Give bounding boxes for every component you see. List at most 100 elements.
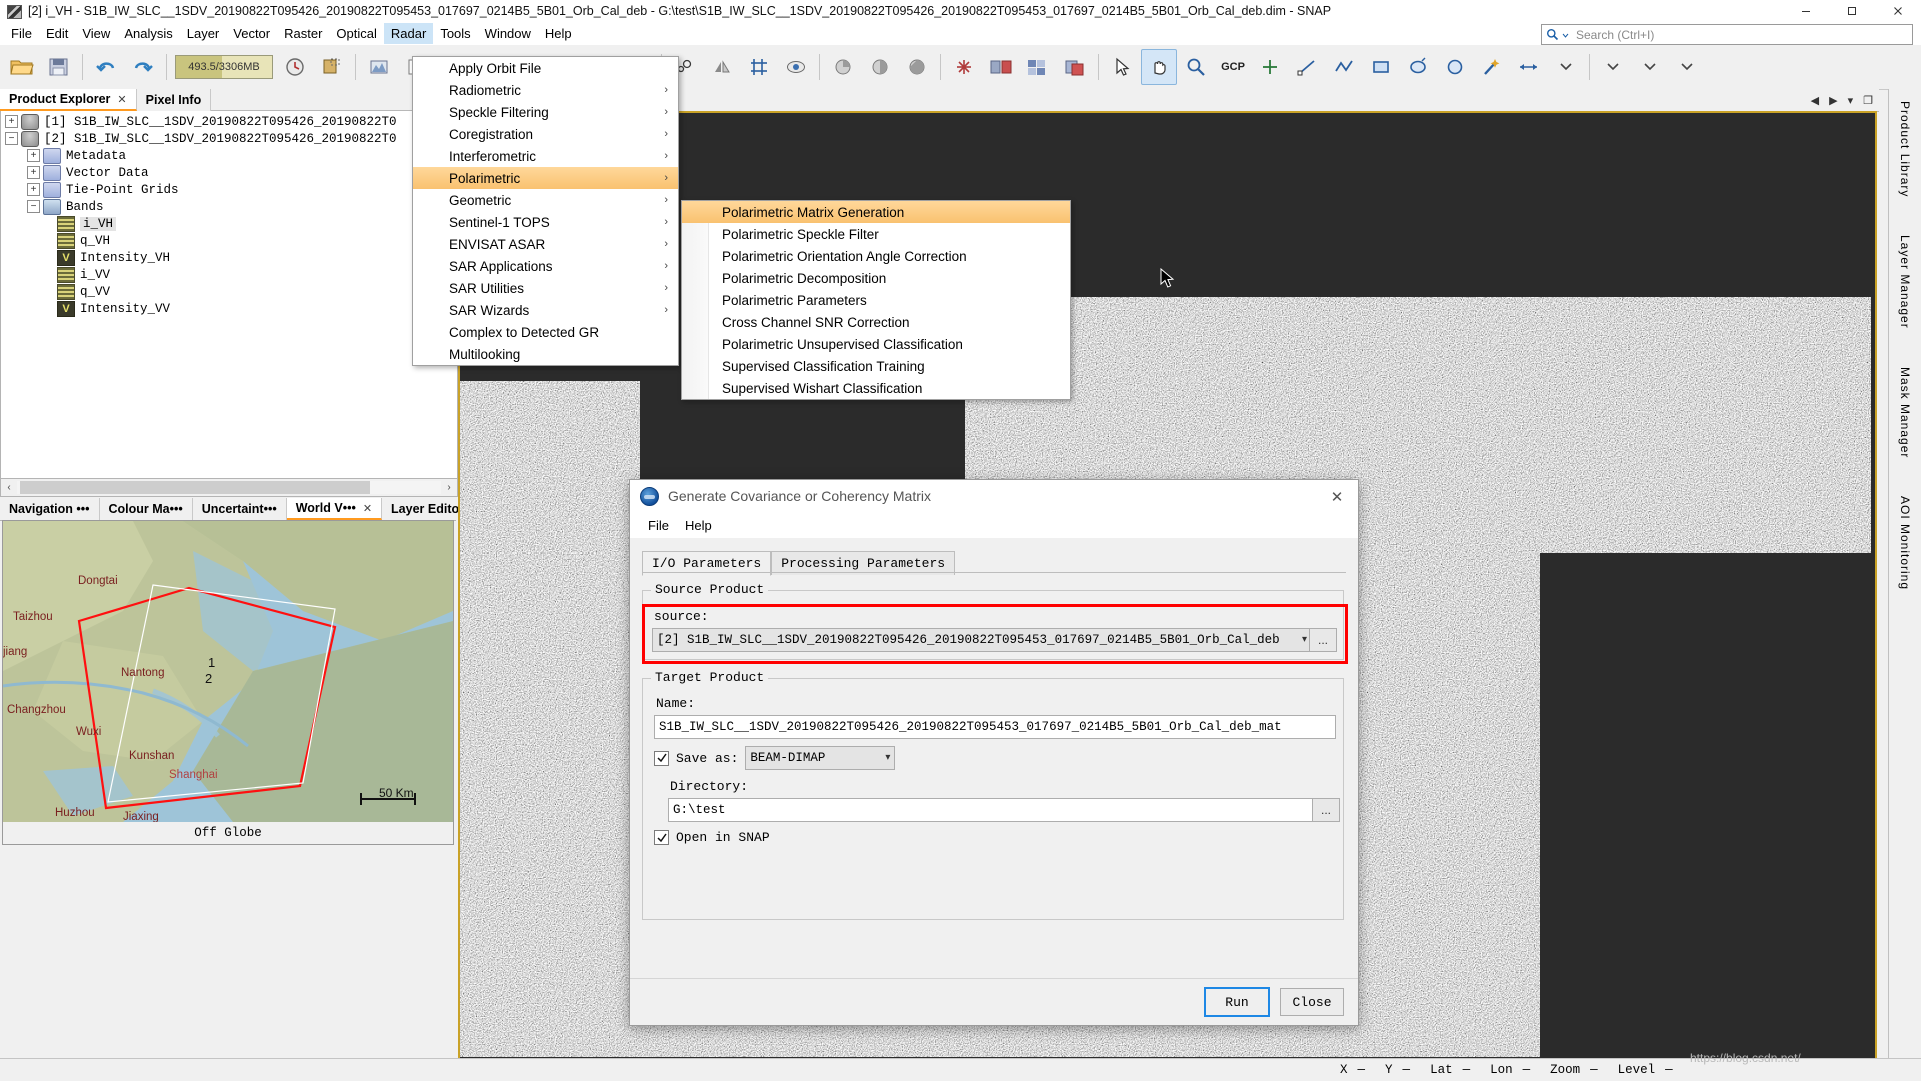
menu-raster[interactable]: Raster [277, 23, 329, 44]
dialog-close-icon[interactable]: ✕ [1326, 486, 1348, 508]
menu-view[interactable]: View [75, 23, 117, 44]
toolbar-more-1-icon[interactable] [1595, 49, 1631, 85]
menu-item-geometric[interactable]: Geometric › [413, 189, 678, 211]
tab-colour-manipulation[interactable]: Colour Ma••• [99, 498, 193, 520]
run-button[interactable]: Run [1204, 987, 1270, 1017]
polarimetric-submenu-popup[interactable]: Polarimetric Matrix Generation Polarimet… [681, 200, 1071, 400]
save-as-checkbox[interactable] [654, 750, 669, 766]
source-product-dropdown[interactable]: [2] S1B_IW_SLC__1SDV_20190822T095426_201… [652, 628, 1312, 652]
tab-product-library[interactable]: Product Library [1895, 95, 1915, 203]
tree-row-band-q-vh[interactable]: q_VH [1, 232, 457, 249]
reset-layout-icon[interactable] [314, 49, 350, 85]
radar-menu-popup[interactable]: Apply Orbit File Radiometric › Speckle Fi… [412, 56, 679, 366]
menu-item-radiometric[interactable]: Radiometric › [413, 79, 678, 101]
open-product-icon[interactable] [4, 49, 40, 85]
tree-row-metadata[interactable]: + Metadata [1, 147, 457, 164]
menu-item-sar-applications[interactable]: SAR Applications › [413, 255, 678, 277]
menu-help[interactable]: Help [538, 23, 579, 44]
tree-row-product-1[interactable]: + [1] S1B_IW_SLC__1SDV_20190822T095426_2… [1, 113, 457, 130]
gcp-tool-icon[interactable]: GCP [1215, 49, 1251, 85]
open-in-snap-checkbox[interactable] [654, 830, 669, 845]
polygon-draw-icon[interactable] [1437, 49, 1473, 85]
collocate-icon[interactable] [1057, 49, 1093, 85]
chevron-down-icon[interactable]: ▾ [1302, 634, 1307, 646]
line-draw-icon[interactable] [1289, 49, 1325, 85]
menu-vector[interactable]: Vector [226, 23, 277, 44]
toolbar-more-3-icon[interactable] [1669, 49, 1705, 85]
tab-product-explorer[interactable]: Product Explorer ✕ [0, 89, 137, 111]
zoom-tool-icon[interactable] [1178, 49, 1214, 85]
pin-manager-icon[interactable] [946, 49, 982, 85]
menu-optical[interactable]: Optical [329, 23, 383, 44]
view-maximize-icon[interactable]: ❐ [1863, 94, 1873, 107]
band-select-3-icon[interactable] [899, 49, 935, 85]
close-icon[interactable]: ✕ [117, 93, 126, 106]
chevron-down-icon[interactable]: ▾ [885, 752, 890, 764]
band-select-1-icon[interactable] [825, 49, 861, 85]
mask-manager-icon[interactable] [778, 49, 814, 85]
menu-item-complex-to-detected-gr[interactable]: Complex to Detected GR [413, 321, 678, 343]
save-product-icon[interactable] [41, 49, 77, 85]
grid-icon[interactable] [741, 49, 777, 85]
menu-item-sar-wizards[interactable]: SAR Wizards › [413, 299, 678, 321]
close-button[interactable] [1875, 0, 1921, 22]
maximize-button[interactable] [1829, 0, 1875, 22]
redo-icon[interactable] [125, 49, 161, 85]
tree-row-bands[interactable]: − Bands [1, 198, 457, 215]
select-tool-icon[interactable] [1104, 49, 1140, 85]
directory-input[interactable]: G:\test [668, 798, 1318, 822]
generate-matrix-dialog[interactable]: Generate Covariance or Coherency Matrix … [629, 479, 1359, 1026]
memory-indicator[interactable]: 493.5/3306MB [175, 55, 273, 79]
menu-analysis[interactable]: Analysis [117, 23, 179, 44]
menu-item-multilooking[interactable]: Multilooking [413, 343, 678, 365]
directory-browse-button[interactable]: ... [1312, 798, 1340, 822]
menu-item-sar-utilities[interactable]: SAR Utilities › [413, 277, 678, 299]
tab-uncertainty[interactable]: Uncertaint••• [192, 498, 287, 520]
menu-item-interferometric[interactable]: Interferometric › [413, 145, 678, 167]
dialog-close-button[interactable]: Close [1280, 988, 1344, 1016]
range-finder-icon[interactable] [1511, 49, 1547, 85]
world-view-map[interactable]: 50 Km Dongtai Taizhou jiang Nantong Chan… [2, 520, 454, 823]
expander-icon[interactable]: + [27, 149, 40, 162]
dialog-menu-file[interactable]: File [640, 516, 677, 535]
expander-icon[interactable]: + [5, 115, 18, 128]
tree-row-band-i-vv[interactable]: i_VV [1, 266, 457, 283]
menu-file[interactable]: File [4, 23, 39, 44]
tree-row-band-intensity-vv[interactable]: V Intensity_VV [1, 300, 457, 317]
toolbar-more-2-icon[interactable] [1632, 49, 1668, 85]
expander-icon[interactable]: − [27, 200, 40, 213]
menu-window[interactable]: Window [478, 23, 538, 44]
pan-tool-icon[interactable] [1141, 49, 1177, 85]
magic-wand-icon[interactable] [1474, 49, 1510, 85]
subset-icon[interactable] [983, 49, 1019, 85]
menu-radar[interactable]: Radar [383, 23, 434, 44]
target-name-input[interactable]: S1B_IW_SLC__1SDV_20190822T095426_2019082… [654, 715, 1336, 739]
tab-pixel-info[interactable]: Pixel Info [136, 89, 212, 111]
tree-row-band-q-vv[interactable]: q_VV [1, 283, 457, 300]
menu-item-supervised-wishart-classification[interactable]: Supervised Wishart Classification [682, 377, 1070, 399]
view-next-icon[interactable]: ▶ [1829, 94, 1837, 107]
gc-clock-icon[interactable] [277, 49, 313, 85]
menu-item-envisat-asar[interactable]: ENVISAT ASAR › [413, 233, 678, 255]
toolbar-overflow-icon[interactable] [1548, 49, 1584, 85]
undo-icon[interactable] [88, 49, 124, 85]
menu-edit[interactable]: Edit [39, 23, 75, 44]
menu-item-cross-channel-snr-correction[interactable]: Cross Channel SNR Correction [682, 311, 1070, 333]
close-icon[interactable]: ✕ [363, 502, 372, 515]
scroll-left-icon[interactable]: ‹ [1, 480, 17, 495]
scrollbar-thumb[interactable] [20, 481, 370, 494]
tab-aoi-monitoring[interactable]: AOI Monitoring [1895, 490, 1915, 596]
menu-tools[interactable]: Tools [433, 23, 477, 44]
band-select-2-icon[interactable] [862, 49, 898, 85]
view-prev-icon[interactable]: ◀ [1811, 94, 1819, 107]
tree-row-vector-data[interactable]: + Vector Data [1, 164, 457, 181]
tab-navigation[interactable]: Navigation ••• [0, 498, 100, 520]
scroll-right-icon[interactable]: › [441, 480, 457, 495]
tree-row-band-i-vh[interactable]: i_VH [1, 215, 457, 232]
menu-item-sentinel-1-tops[interactable]: Sentinel-1 TOPS › [413, 211, 678, 233]
menu-item-polarimetric-matrix-generation[interactable]: Polarimetric Matrix Generation [682, 201, 1070, 223]
dialog-menu-help[interactable]: Help [677, 516, 720, 535]
menu-item-apply-orbit-file[interactable]: Apply Orbit File [413, 57, 678, 79]
flip-icon[interactable] [704, 49, 740, 85]
polyline-draw-icon[interactable] [1326, 49, 1362, 85]
